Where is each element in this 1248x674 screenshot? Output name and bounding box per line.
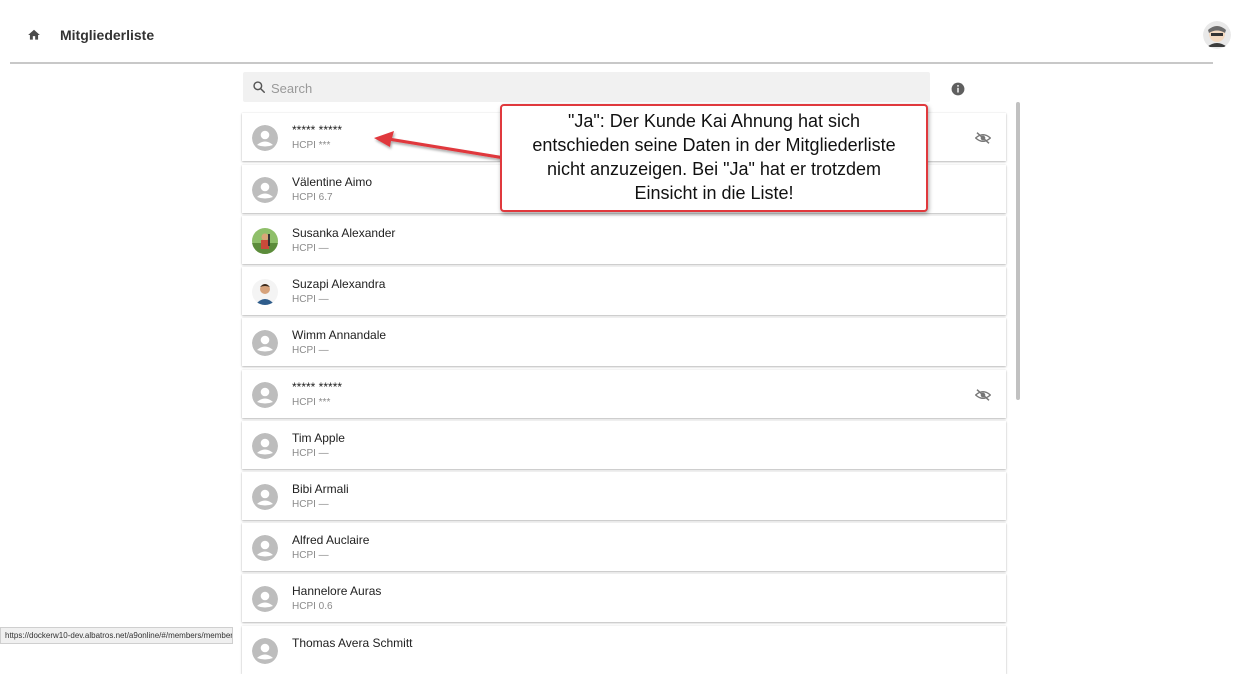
member-hcp: HCPI — bbox=[292, 499, 329, 510]
person-icon bbox=[252, 433, 278, 459]
member-name: Thomas Avera Schmitt bbox=[292, 636, 413, 650]
callout-line: entschieden seine Daten in der Mitgliede… bbox=[532, 135, 896, 155]
member-hcp: HCPI *** bbox=[292, 140, 331, 151]
member-hcp: HCPI 0.6 bbox=[292, 601, 333, 612]
member-row[interactable]: ***** ***** HCPI *** bbox=[242, 370, 1006, 418]
member-hcp: HCPI — bbox=[292, 294, 329, 305]
member-row[interactable]: Bibi Armali HCPI — bbox=[242, 472, 1006, 520]
member-hcp: HCPI 6.7 bbox=[292, 192, 333, 203]
member-row[interactable]: Hannelore Auras HCPI 0.6 bbox=[242, 574, 1006, 622]
search-icon bbox=[253, 81, 265, 93]
member-name: ***** ***** bbox=[292, 380, 343, 394]
person-icon bbox=[252, 177, 278, 203]
member-name: Välentine Aimo bbox=[292, 175, 373, 189]
member-name: Suzapi Alexandra bbox=[292, 277, 386, 291]
member-hcp: HCPI *** bbox=[292, 397, 331, 408]
callout-arrow bbox=[374, 131, 502, 159]
person-icon bbox=[252, 382, 278, 408]
member-name: Tim Apple bbox=[292, 431, 345, 445]
person-icon bbox=[252, 484, 278, 510]
annotation-callout: "Ja": Der Kunde Kai Ahnung hat sich ents… bbox=[500, 104, 928, 212]
person-icon bbox=[252, 535, 278, 561]
member-row[interactable]: Susanka Alexander HCPI — bbox=[242, 216, 1006, 264]
search-input[interactable] bbox=[269, 77, 913, 99]
header-divider bbox=[10, 62, 1213, 64]
callout-line: "Ja": Der Kunde Kai Ahnung hat sich bbox=[568, 111, 860, 131]
page-title: Mitgliederliste bbox=[60, 27, 155, 43]
home-icon[interactable] bbox=[27, 28, 41, 42]
member-row[interactable]: Suzapi Alexandra HCPI — bbox=[242, 267, 1006, 315]
member-row[interactable]: Alfred Auclaire HCPI — bbox=[242, 523, 1006, 571]
member-hcp: HCPI — bbox=[292, 243, 329, 254]
info-icon[interactable] bbox=[951, 82, 965, 96]
scrollbar-thumb[interactable] bbox=[1016, 102, 1020, 400]
member-hcp: HCPI — bbox=[292, 550, 329, 561]
member-name: Alfred Auclaire bbox=[292, 533, 370, 547]
status-bar-url: https://dockerw10-dev.albatros.net/a9onl… bbox=[0, 627, 233, 644]
search-bar[interactable] bbox=[243, 72, 930, 102]
member-name: Bibi Armali bbox=[292, 482, 349, 496]
member-hcp: HCPI — bbox=[292, 345, 329, 356]
person-icon bbox=[252, 586, 278, 612]
person-icon bbox=[252, 330, 278, 356]
eye-off-icon bbox=[974, 131, 992, 145]
member-row[interactable]: Thomas Avera Schmitt bbox=[242, 626, 1006, 674]
member-row[interactable]: Wimm Annandale HCPI — bbox=[242, 318, 1006, 366]
callout-line: Einsicht in die Liste! bbox=[634, 183, 794, 203]
member-hcp: HCPI — bbox=[292, 448, 329, 459]
member-name: Wimm Annandale bbox=[292, 328, 387, 342]
person-icon bbox=[252, 638, 278, 664]
member-photo bbox=[252, 228, 278, 254]
callout-line: nicht anzuzeigen. Bei "Ja" hat er trotzd… bbox=[547, 159, 881, 179]
top-bar: Mitgliederliste bbox=[0, 0, 1248, 62]
member-row[interactable]: Tim Apple HCPI — bbox=[242, 421, 1006, 469]
member-name: ***** ***** bbox=[292, 123, 343, 137]
member-name: Susanka Alexander bbox=[292, 226, 396, 240]
member-photo bbox=[252, 279, 278, 305]
eye-off-icon bbox=[974, 388, 992, 402]
person-icon bbox=[252, 125, 278, 151]
user-avatar[interactable] bbox=[1203, 21, 1231, 49]
member-name: Hannelore Auras bbox=[292, 584, 382, 598]
